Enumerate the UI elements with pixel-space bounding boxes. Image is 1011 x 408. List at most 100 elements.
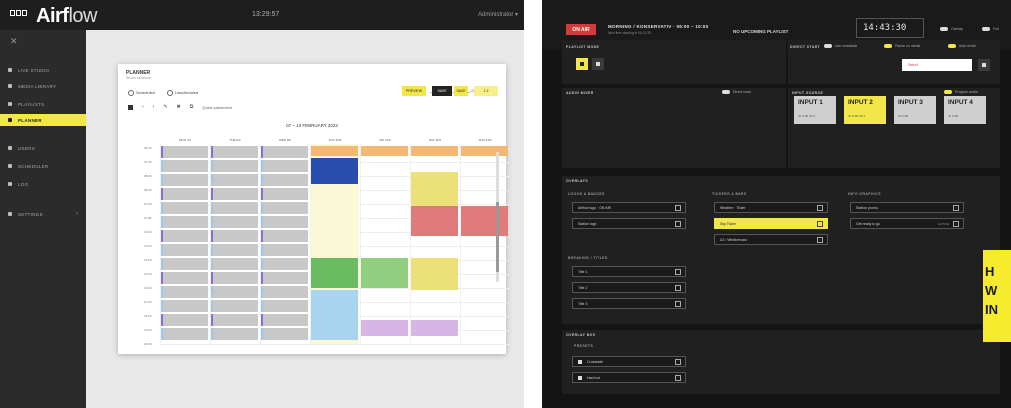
page-buttons[interactable]: 1 2	[474, 86, 498, 96]
event-block[interactable]	[161, 230, 208, 242]
event-block[interactable]	[311, 258, 358, 288]
tool-pencil-icon[interactable]: ✎	[163, 104, 167, 110]
event-block[interactable]	[261, 244, 308, 256]
event-block[interactable]	[261, 188, 308, 200]
direct-opt-2[interactable]: Pause on media	[884, 44, 920, 48]
event-block[interactable]	[161, 146, 208, 158]
tool-prev-icon[interactable]: ‹	[142, 104, 144, 110]
event-block[interactable]	[461, 206, 508, 236]
event-block[interactable]	[161, 160, 208, 172]
event-block[interactable]	[211, 314, 258, 326]
event-block[interactable]	[311, 146, 358, 156]
event-block[interactable]	[411, 320, 458, 336]
event-block[interactable]	[161, 202, 208, 214]
preview-button[interactable]: PREVIEW	[402, 86, 426, 96]
sidebar-item-media-library[interactable]: MEDIA LIBRARY	[0, 80, 86, 92]
scrollbar-thumb[interactable]	[496, 202, 499, 272]
preset-checkbox[interactable]	[675, 375, 681, 381]
event-block[interactable]	[211, 328, 258, 340]
radio-scheduled[interactable]: Scheduled	[128, 90, 155, 96]
save-button-yellow[interactable]: SAVE	[454, 86, 468, 96]
tool-copy-icon[interactable]: ⧉	[190, 104, 194, 110]
stop-mode-button[interactable]	[592, 58, 604, 70]
event-block[interactable]	[211, 216, 258, 228]
event-block[interactable]	[161, 328, 208, 340]
sidebar-item-log[interactable]: LOG	[0, 178, 86, 190]
event-block[interactable]	[361, 146, 408, 156]
event-block[interactable]	[161, 272, 208, 284]
event-block[interactable]	[211, 202, 258, 214]
logo-overlay-row[interactable]: Station logo	[572, 218, 686, 229]
event-block[interactable]	[261, 328, 308, 340]
input-button-1[interactable]: INPUT 1 IN 0 dB OUT	[794, 96, 836, 124]
graphic-overlay-row-checkbox[interactable]	[953, 205, 959, 211]
event-block[interactable]	[211, 146, 258, 158]
logo-overlay-row-checkbox[interactable]	[675, 221, 681, 227]
sidebar-item-settings[interactable]: SETTINGS ›	[0, 208, 86, 220]
input-button-2[interactable]: INPUT 2 IN 0 dB OUT	[844, 96, 886, 124]
input-button-3[interactable]: INPUT 3 IN 0 dB	[894, 96, 936, 124]
radio-unscheduled[interactable]: Unscheduled	[167, 90, 198, 96]
event-block[interactable]	[261, 258, 308, 270]
event-block[interactable]	[161, 300, 208, 312]
event-block[interactable]	[261, 202, 308, 214]
graphic-overlay-row[interactable]: Get ready to go ACTIVE	[850, 218, 964, 229]
graphic-overlay-row[interactable]: Station promo	[850, 202, 964, 213]
calendar-grid[interactable]: MON 7/2 TUE 8/2 WED 9/2 THU 10/2 FRI 11/2 SAT…	[142, 138, 510, 346]
event-block[interactable]	[161, 314, 208, 326]
event-block[interactable]	[211, 160, 258, 172]
event-block[interactable]	[261, 300, 308, 312]
direct-start-select[interactable]: Select	[902, 59, 972, 71]
event-block[interactable]	[211, 188, 258, 200]
input-button-4[interactable]: INPUT 4 IN 0 dB	[944, 96, 986, 124]
sidebar-item-users[interactable]: USERS	[0, 142, 86, 154]
sidebar-item-planner[interactable]: PLANNER	[0, 114, 86, 126]
event-block[interactable]	[261, 146, 308, 158]
event-block[interactable]	[211, 286, 258, 298]
direct-start-go-button[interactable]	[978, 59, 990, 71]
event-block[interactable]	[261, 174, 308, 186]
event-block[interactable]	[261, 286, 308, 298]
play-mode-button[interactable]	[576, 58, 588, 70]
ticker-overlay-row[interactable]: Sky Ticker	[714, 218, 828, 229]
tool-select-icon[interactable]	[128, 104, 133, 110]
event-block[interactable]	[211, 174, 258, 186]
direct-opt-3[interactable]: Auto mode	[948, 44, 976, 48]
program-audio-toggle[interactable]: Program audio	[944, 90, 978, 94]
title-overlay-row[interactable]: Title 2	[572, 282, 686, 293]
direct-opt-1[interactable]: Use crossfade	[824, 44, 857, 48]
ticker-overlay-row-checkbox[interactable]	[817, 221, 823, 227]
title-overlay-row-checkbox[interactable]	[675, 269, 681, 275]
user-menu[interactable]: Administrator ▾	[478, 11, 518, 18]
ticker-overlay-row-checkbox[interactable]	[817, 237, 823, 243]
ticker-overlay-row[interactable]: DJ / Weathercast	[714, 234, 828, 245]
sidebar-item-scheduler[interactable]: SCHEDULER	[0, 160, 86, 172]
event-block[interactable]	[261, 272, 308, 284]
tool-next-icon[interactable]: ›	[153, 104, 155, 110]
day-column[interactable]	[360, 144, 409, 344]
event-block[interactable]	[161, 258, 208, 270]
title-overlay-row[interactable]: Title 1	[572, 266, 686, 277]
sidebar-item-playlists[interactable]: PLAYLISTS	[0, 98, 86, 110]
ticker-overlay-row[interactable]: Weather · Ticker	[714, 202, 828, 213]
event-block[interactable]	[361, 258, 408, 288]
graphic-overlay-row-checkbox[interactable]	[953, 221, 959, 227]
title-overlay-row-checkbox[interactable]	[675, 301, 681, 307]
event-block[interactable]	[461, 146, 508, 156]
event-block[interactable]	[211, 258, 258, 270]
event-block[interactable]	[161, 216, 208, 228]
logo-overlay-row-checkbox[interactable]	[675, 205, 681, 211]
event-block[interactable]	[361, 320, 408, 336]
event-block[interactable]	[211, 244, 258, 256]
overlay-toggle[interactable]: Overlay	[940, 27, 963, 31]
sidebar-item-live-studio[interactable]: LIVE STUDIO	[0, 64, 86, 76]
preset-row[interactable]: Hard cut	[572, 372, 686, 383]
event-block[interactable]	[411, 172, 458, 206]
event-block[interactable]	[261, 160, 308, 172]
close-icon[interactable]: ✕	[10, 36, 18, 47]
title-overlay-row[interactable]: Title 3	[572, 298, 686, 309]
event-block[interactable]	[311, 290, 358, 340]
event-block[interactable]	[261, 314, 308, 326]
save-button-dark[interactable]: SAVE	[432, 86, 452, 96]
calendar-scrollbar[interactable]	[496, 152, 499, 282]
